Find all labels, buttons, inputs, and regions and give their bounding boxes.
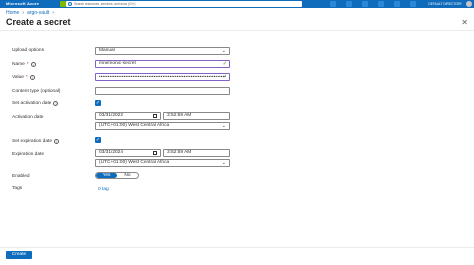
upload-options-label-text: Upload options	[12, 48, 45, 53]
feedback-icon[interactable]	[410, 1, 416, 7]
expiration-date-picker[interactable]: 03/31/2024	[95, 149, 161, 157]
cloud-shell-icon[interactable]	[330, 1, 336, 7]
page-title: Create a secret	[6, 17, 71, 27]
info-icon[interactable]: i	[54, 139, 60, 144]
brand-name[interactable]: Microsoft Azure	[6, 0, 39, 8]
help-icon[interactable]	[394, 1, 400, 7]
search-icon	[68, 2, 72, 6]
set-activation-label: Set activation date i	[12, 101, 59, 106]
name-label: Name * i	[12, 62, 36, 67]
name-input[interactable]: mnemonic-secret ✓	[95, 60, 230, 68]
required-asterisk: *	[25, 75, 28, 80]
chevron-down-icon: ⌄	[221, 160, 226, 166]
required-asterisk: *	[26, 62, 29, 67]
enabled-label-text: Enabled	[12, 174, 30, 179]
enabled-label: Enabled	[12, 174, 30, 179]
tags-label-text: Tags	[12, 186, 23, 191]
chevron-down-icon: ⌄	[221, 48, 226, 54]
tags-link[interactable]: 0 tag	[98, 187, 109, 192]
expiration-timezone-select[interactable]: (UTC+01:00) West Central Africa ⌄	[95, 159, 230, 167]
name-label-text: Name	[12, 62, 25, 67]
breadcrumb: Home › argo-vault ›	[6, 10, 54, 16]
upload-options-value: Manual	[99, 48, 115, 53]
divider	[0, 30, 474, 31]
upload-options-label: Upload options	[12, 48, 44, 53]
info-icon[interactable]: i	[53, 101, 59, 106]
set-activation-label-text: Set activation date	[12, 101, 52, 106]
chevron-right-icon: ›	[22, 10, 25, 16]
avatar[interactable]	[466, 1, 472, 7]
set-activation-checkbox[interactable]: ✓	[95, 100, 101, 106]
content-type-label: Content type (optional)	[12, 89, 61, 94]
notifications-icon[interactable]	[362, 1, 368, 7]
chevron-right-icon: ›	[52, 10, 54, 16]
divider	[0, 247, 474, 248]
value-input[interactable]: ••••••••••••••••••••••••••••••••••••••••…	[95, 73, 230, 81]
set-expiration-label-text: Set expiration date	[12, 139, 53, 144]
activation-date-label: Activation date	[12, 115, 43, 120]
breadcrumb-home[interactable]: Home	[6, 10, 19, 16]
expiration-time-input[interactable]: 3:52:59 AM	[163, 149, 230, 157]
content-type-input[interactable]	[95, 87, 230, 95]
info-icon[interactable]: i	[30, 62, 36, 67]
top-bar: Microsoft Azure Search resources, servic…	[0, 0, 474, 8]
expiration-date-value: 03/31/2024	[99, 150, 124, 155]
content-type-label-text: Content type (optional)	[12, 89, 61, 94]
calendar-icon	[153, 151, 157, 155]
expiration-timezone-value: (UTC+01:00) West Central Africa	[99, 160, 170, 165]
activation-timezone-value: (UTC+01:00) West Central Africa	[99, 123, 170, 128]
expiration-date-label-text: Expiration date	[12, 152, 44, 157]
directory-filter-icon[interactable]	[346, 1, 352, 7]
enabled-no-option[interactable]: No	[117, 173, 138, 178]
set-expiration-checkbox[interactable]: ✓	[95, 137, 101, 143]
activation-date-picker[interactable]: 03/31/2022	[95, 112, 161, 120]
activation-date-value: 03/31/2022	[99, 113, 124, 118]
activation-timezone-select[interactable]: (UTC+01:00) West Central Africa ⌄	[95, 122, 230, 130]
gear-icon[interactable]	[378, 1, 384, 7]
directory-label[interactable]: DEFAULT DIRECTORY	[428, 0, 462, 8]
calendar-icon	[153, 114, 157, 118]
set-expiration-label: Set expiration date i	[12, 139, 60, 144]
enabled-toggle[interactable]: Yes No	[95, 172, 139, 179]
copilot-icon[interactable]	[60, 1, 66, 7]
activation-date-label-text: Activation date	[12, 115, 44, 120]
expiration-time-value: 3:52:59 AM	[167, 150, 192, 155]
global-search-box[interactable]: Search resources, services, and docs (G+…	[66, 1, 302, 7]
name-value: mnemonic-secret	[99, 61, 136, 66]
activation-time-value: 3:52:59 AM	[167, 113, 192, 118]
checkmark-icon: ✓	[222, 74, 227, 80]
chevron-down-icon: ⌄	[221, 123, 226, 129]
activation-time-input[interactable]: 3:52:59 AM	[163, 112, 230, 120]
enabled-yes-option[interactable]: Yes	[96, 173, 117, 178]
info-icon[interactable]: i	[29, 75, 35, 80]
checkmark-icon: ✓	[222, 61, 227, 67]
create-button[interactable]: Create	[6, 251, 32, 259]
value-masked: ••••••••••••••••••••••••••••••••••••••••…	[99, 74, 227, 79]
value-label-text: Value	[12, 75, 24, 80]
upload-options-select[interactable]: Manual ⌄	[95, 47, 230, 55]
value-label: Value * i	[12, 75, 35, 80]
tags-label: Tags	[12, 186, 22, 191]
search-placeholder: Search resources, services, and docs (G+…	[74, 2, 136, 6]
expiration-date-label: Expiration date	[12, 152, 44, 157]
breadcrumb-vault[interactable]: argo-vault	[27, 10, 49, 16]
close-icon[interactable]: ✕	[461, 18, 468, 27]
